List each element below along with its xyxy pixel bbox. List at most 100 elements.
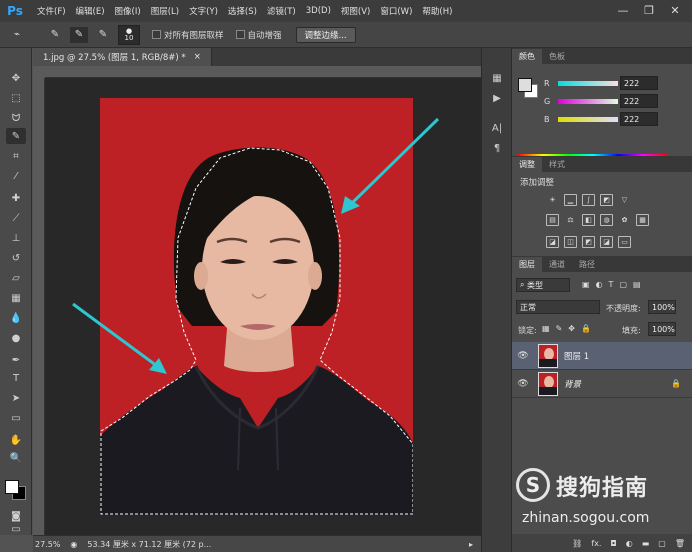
lock-pixels-icon[interactable]: ✎ xyxy=(556,324,563,333)
move-tool-icon[interactable]: ✥ xyxy=(6,70,26,86)
sample-all-layers-checkbox[interactable]: 对所有图层取样 xyxy=(152,29,224,41)
hue-saturation-icon[interactable]: ▤ xyxy=(546,214,559,226)
auto-enhance-checkbox[interactable]: 自动增强 xyxy=(235,29,282,41)
actions-play-icon[interactable]: ▶ xyxy=(489,90,505,106)
black-white-icon[interactable]: ◧ xyxy=(582,214,595,226)
close-tab-icon[interactable]: × xyxy=(194,52,201,62)
eraser-tool-icon[interactable]: ▱ xyxy=(6,270,26,286)
filter-adjustment-icon[interactable]: ◐ xyxy=(596,280,603,289)
trash-icon[interactable]: 🗑 xyxy=(675,539,685,548)
new-selection-icon[interactable]: ✎ xyxy=(46,27,64,43)
menu-window[interactable]: 窗口(W) xyxy=(375,5,417,17)
menu-filter[interactable]: 滤镜(T) xyxy=(262,5,301,17)
history-brush-tool-icon[interactable]: ↺ xyxy=(6,250,26,266)
brightness-icon[interactable]: ☀ xyxy=(546,194,559,206)
layer-row-layer1[interactable]: 👁 图层 1 xyxy=(512,342,692,370)
layer-filter-select[interactable]: ⌕ 类型 xyxy=(516,278,570,292)
fx-icon[interactable]: fx. xyxy=(591,539,601,548)
menu-layer[interactable]: 图层(L) xyxy=(146,5,184,17)
blend-mode-select[interactable]: 正常 xyxy=(516,300,600,314)
vibrance-icon[interactable]: ▽ xyxy=(618,194,631,206)
channel-mixer-icon[interactable]: ✿ xyxy=(618,214,631,226)
green-slider[interactable] xyxy=(558,98,618,104)
paragraph-icon[interactable]: ¶ xyxy=(489,140,505,156)
threshold-icon[interactable]: ◩ xyxy=(582,236,595,248)
foreground-color-swatch[interactable] xyxy=(5,480,19,494)
tab-color[interactable]: 颜色 xyxy=(512,49,542,64)
crop-tool-icon[interactable]: ⌗ xyxy=(6,148,26,164)
tab-layers[interactable]: 图层 xyxy=(512,257,542,272)
tab-swatches[interactable]: 色板 xyxy=(542,49,572,64)
status-menu-arrow-icon[interactable]: ▸ xyxy=(469,540,473,549)
layer-name[interactable]: 图层 1 xyxy=(564,350,589,362)
invert-icon[interactable]: ◪ xyxy=(546,236,559,248)
color-fg-swatch[interactable] xyxy=(518,78,532,92)
color-balance-icon[interactable]: ⚖ xyxy=(564,214,577,226)
opacity-input[interactable]: 100% xyxy=(648,300,676,314)
red-value[interactable]: 222 xyxy=(620,76,658,90)
red-slider[interactable] xyxy=(558,80,618,86)
character-icon[interactable]: A| xyxy=(489,120,505,136)
menu-3d[interactable]: 3D(D) xyxy=(301,6,336,16)
horizontal-ruler[interactable] xyxy=(45,66,481,78)
filter-smart-icon[interactable]: ▤ xyxy=(633,280,641,289)
history-icon[interactable]: ▦ xyxy=(489,70,505,86)
pen-tool-icon[interactable]: ✒ xyxy=(6,352,26,368)
lock-position-icon[interactable]: ✥ xyxy=(568,324,575,333)
menu-help[interactable]: 帮助(H) xyxy=(417,5,457,17)
ruler-origin[interactable] xyxy=(33,66,45,78)
quick-mask-icon[interactable]: ◙ xyxy=(6,508,26,524)
brush-tool-icon[interactable]: ⟋ xyxy=(6,210,26,226)
zoom-tool-icon[interactable]: 🔍 xyxy=(6,450,26,466)
gradient-tool-icon[interactable]: ▦ xyxy=(6,290,26,306)
restore-button[interactable]: ❐ xyxy=(640,2,658,18)
lasso-tool-icon[interactable]: ᗢ xyxy=(6,110,26,126)
filter-shape-icon[interactable]: ▢ xyxy=(619,280,627,289)
lock-transparency-icon[interactable]: ▦ xyxy=(542,324,550,333)
close-button[interactable]: ✕ xyxy=(666,2,684,18)
color-lookup-icon[interactable]: ▦ xyxy=(636,214,649,226)
refine-edge-button[interactable]: 调整边缘... xyxy=(295,26,356,43)
clone-stamp-tool-icon[interactable]: ⊥ xyxy=(6,230,26,246)
posterize-icon[interactable]: ◫ xyxy=(564,236,577,248)
document-tab[interactable]: 1.jpg @ 27.5% (图层 1, RGB/8#) * × xyxy=(33,48,212,66)
visibility-eye-icon[interactable]: 👁 xyxy=(512,379,534,389)
menu-type[interactable]: 文字(Y) xyxy=(184,5,223,17)
tab-styles[interactable]: 样式 xyxy=(542,157,572,172)
new-layer-icon[interactable]: ▢ xyxy=(658,539,666,548)
green-value[interactable]: 222 xyxy=(620,94,658,108)
blue-value[interactable]: 222 xyxy=(620,112,658,126)
folder-icon[interactable]: ▬ xyxy=(642,539,650,548)
filter-type-icon[interactable]: T xyxy=(609,280,614,289)
link-icon[interactable]: ⛓ xyxy=(572,539,582,548)
minimize-button[interactable]: — xyxy=(614,2,632,18)
screen-mode-icon[interactable]: ▭ xyxy=(6,524,26,535)
photo-filter-icon[interactable]: ◍ xyxy=(600,214,613,226)
marquee-tool-icon[interactable]: ⬚ xyxy=(6,90,26,106)
tab-paths[interactable]: 路径 xyxy=(572,257,602,272)
filter-pixel-icon[interactable]: ▣ xyxy=(582,280,590,289)
brush-size-picker[interactable]: ● 10 xyxy=(118,24,140,45)
subtract-selection-icon[interactable]: ✎ xyxy=(94,27,112,43)
healing-brush-tool-icon[interactable]: ✚ xyxy=(6,190,26,206)
dodge-tool-icon[interactable]: ● xyxy=(6,330,26,346)
gradient-map-icon[interactable]: ▭ xyxy=(618,236,631,248)
menu-view[interactable]: 视图(V) xyxy=(336,5,375,17)
add-to-selection-icon[interactable]: ✎ xyxy=(70,26,88,43)
menu-image[interactable]: 图像(I) xyxy=(110,5,146,17)
quick-selection-preset-icon[interactable]: ⌁ xyxy=(8,27,26,43)
doc-info-icon[interactable]: ◉ xyxy=(70,540,77,549)
blur-tool-icon[interactable]: 💧 xyxy=(6,310,26,326)
hand-tool-icon[interactable]: ✋ xyxy=(6,432,26,448)
layer-name[interactable]: 背景 xyxy=(564,378,581,390)
mask-icon[interactable]: ◘ xyxy=(610,539,616,548)
adjustment-icon[interactable]: ◐ xyxy=(626,539,633,548)
blue-slider[interactable] xyxy=(558,116,618,122)
zoom-level[interactable]: 27.5% xyxy=(35,540,60,549)
path-selection-tool-icon[interactable]: ➤ xyxy=(6,390,26,406)
visibility-eye-icon[interactable]: 👁 xyxy=(512,351,534,361)
menu-file[interactable]: 文件(F) xyxy=(32,5,71,17)
menu-select[interactable]: 选择(S) xyxy=(223,5,262,17)
type-tool-icon[interactable]: T xyxy=(6,370,26,386)
shape-tool-icon[interactable]: ▭ xyxy=(6,410,26,426)
